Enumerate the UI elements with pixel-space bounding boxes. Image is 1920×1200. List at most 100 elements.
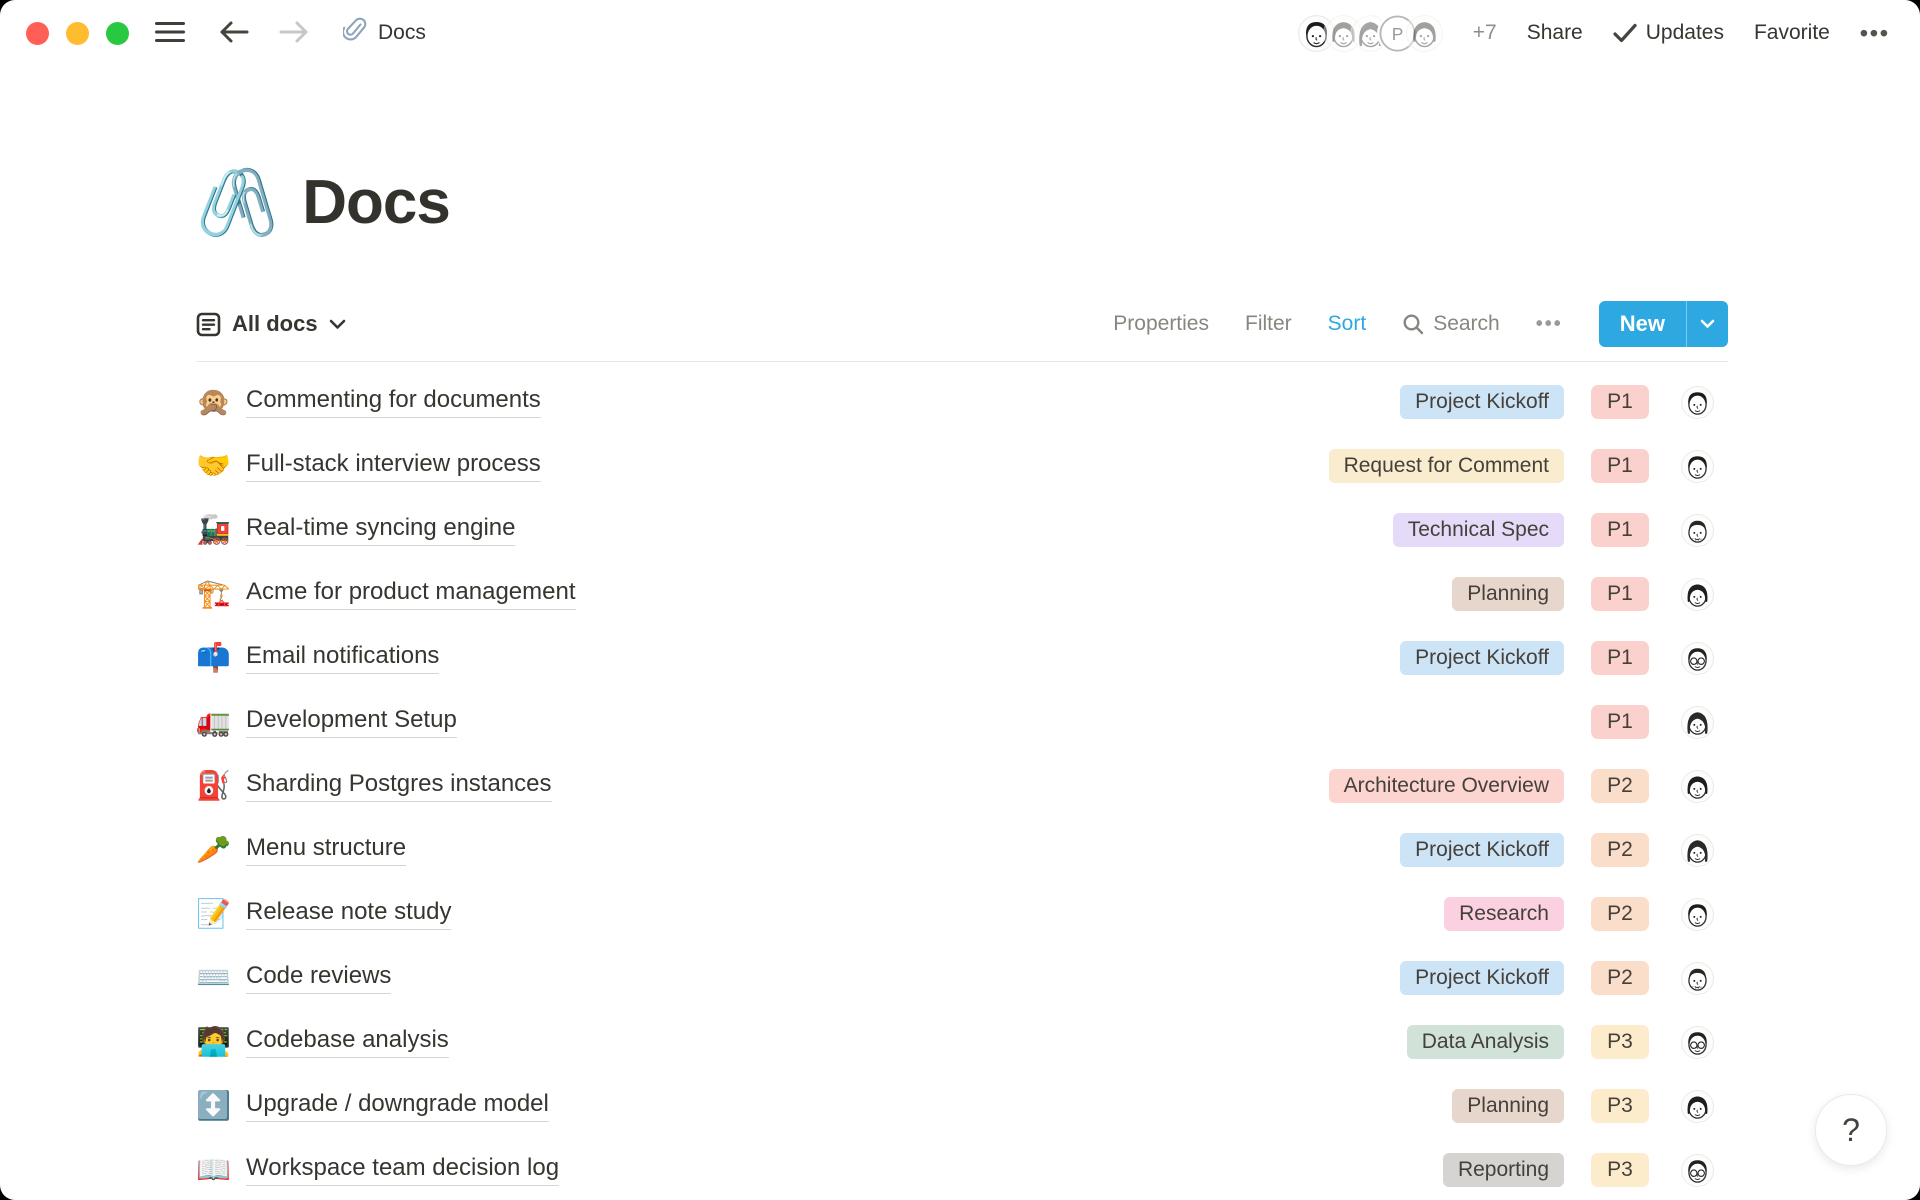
doc-row[interactable]: 🤝 Full-stack interview process Request f… <box>196 434 1728 498</box>
hamburger-icon <box>155 21 185 46</box>
doc-row[interactable]: 🙊 Commenting for documents Project Kicko… <box>196 370 1728 434</box>
doc-title-link[interactable]: Codebase analysis <box>246 1026 449 1058</box>
properties-button[interactable]: Properties <box>1113 312 1209 336</box>
doc-tag-pill[interactable]: Project Kickoff <box>1400 833 1564 867</box>
doc-tag-pill[interactable]: Architecture Overview <box>1329 769 1564 803</box>
forward-button[interactable] <box>279 20 309 47</box>
doc-title-link[interactable]: Real-time syncing engine <box>246 514 515 546</box>
doc-priority-pill[interactable]: P1 <box>1591 641 1649 675</box>
share-button[interactable]: Share <box>1527 21 1583 45</box>
doc-title-link[interactable]: Code reviews <box>246 962 391 994</box>
doc-row[interactable]: ⛽ Sharding Postgres instances Architectu… <box>196 754 1728 818</box>
doc-emoji-icon: 🤝 <box>196 452 234 480</box>
avatar[interactable] <box>1681 898 1714 931</box>
doc-title-link[interactable]: Full-stack interview process <box>246 450 541 482</box>
check-icon <box>1613 23 1637 43</box>
doc-emoji-icon: 🧑‍💻 <box>196 1028 234 1056</box>
priority-column: P3 <box>1591 1153 1649 1187</box>
doc-title-link[interactable]: Email notifications <box>246 642 439 674</box>
doc-tag-pill[interactable]: Request for Comment <box>1329 449 1564 483</box>
doc-row[interactable]: 🚂 Real-time syncing engine Technical Spe… <box>196 498 1728 562</box>
doc-title-link[interactable]: Acme for product management <box>246 578 576 610</box>
doc-tag-pill[interactable]: Planning <box>1452 1089 1564 1123</box>
doc-priority-pill[interactable]: P1 <box>1591 705 1649 739</box>
doc-row[interactable]: ↕️ Upgrade / downgrade model Planning P3 <box>196 1074 1728 1138</box>
sidebar-toggle-button[interactable] <box>155 21 185 46</box>
new-dropdown-button[interactable] <box>1686 301 1728 347</box>
doc-row[interactable]: 📫 Email notifications Project Kickoff P1 <box>196 626 1728 690</box>
view-switcher-all-docs[interactable]: All docs <box>196 311 346 337</box>
search-label: Search <box>1433 312 1500 336</box>
doc-title-link[interactable]: Commenting for documents <box>246 386 541 418</box>
avatar[interactable] <box>1681 1090 1714 1123</box>
help-button[interactable]: ? <box>1815 1094 1887 1166</box>
arrow-left-icon <box>219 20 249 47</box>
window-zoom-button[interactable] <box>106 22 129 45</box>
doc-tag-pill[interactable]: Project Kickoff <box>1400 385 1564 419</box>
presence-avatars[interactable]: P <box>1298 15 1443 52</box>
window-close-button[interactable] <box>26 22 49 45</box>
avatar[interactable] <box>1681 1026 1714 1059</box>
doc-priority-pill[interactable]: P2 <box>1591 961 1649 995</box>
avatar[interactable] <box>1681 514 1714 547</box>
favorite-button[interactable]: Favorite <box>1754 21 1830 45</box>
doc-title-link[interactable]: Release note study <box>246 898 451 930</box>
avatar[interactable] <box>1681 770 1714 803</box>
updates-button[interactable]: Updates <box>1613 21 1724 45</box>
doc-title-link[interactable]: Upgrade / downgrade model <box>246 1090 549 1122</box>
doc-tag-pill[interactable]: Project Kickoff <box>1400 961 1564 995</box>
doc-priority-pill[interactable]: P3 <box>1591 1025 1649 1059</box>
filter-button[interactable]: Filter <box>1245 312 1292 336</box>
avatar[interactable] <box>1681 1154 1714 1187</box>
doc-priority-pill[interactable]: P1 <box>1591 513 1649 547</box>
avatar[interactable] <box>1681 450 1714 483</box>
doc-row[interactable]: 🏗️ Acme for product management Planning … <box>196 562 1728 626</box>
doc-title-link[interactable]: Workspace team decision log <box>246 1154 559 1186</box>
doc-tag-pill[interactable]: Data Analysis <box>1407 1025 1564 1059</box>
doc-tag-pill[interactable]: Reporting <box>1443 1153 1564 1187</box>
doc-priority-pill[interactable]: P2 <box>1591 833 1649 867</box>
doc-priority-pill[interactable]: P1 <box>1591 449 1649 483</box>
page-paperclip-emoji-icon[interactable]: 🖇️ <box>196 169 278 235</box>
doc-row[interactable]: 🧑‍💻 Codebase analysis Data Analysis P3 <box>196 1010 1728 1074</box>
doc-tag-pill[interactable]: Research <box>1444 897 1564 931</box>
avatar[interactable] <box>1681 642 1714 675</box>
presence-overflow-count[interactable]: +7 <box>1473 21 1497 45</box>
doc-priority-pill[interactable]: P2 <box>1591 897 1649 931</box>
avatar[interactable] <box>1681 962 1714 995</box>
arrow-right-icon <box>279 20 309 47</box>
doc-priority-pill[interactable]: P3 <box>1591 1089 1649 1123</box>
view-switcher-label: All docs <box>232 311 318 337</box>
new-button[interactable]: New <box>1599 301 1686 347</box>
paperclip-icon <box>343 17 367 49</box>
avatar[interactable] <box>1681 578 1714 611</box>
doc-priority-pill[interactable]: P2 <box>1591 769 1649 803</box>
toolbar-more-button[interactable]: ••• <box>1536 313 1563 336</box>
doc-title-link[interactable]: Sharding Postgres instances <box>246 770 552 802</box>
doc-tag-pill[interactable]: Technical Spec <box>1393 513 1564 547</box>
breadcrumb[interactable]: Docs <box>343 17 426 49</box>
doc-title-link[interactable]: Development Setup <box>246 706 457 738</box>
window-minimize-button[interactable] <box>66 22 89 45</box>
priority-column: P1 <box>1591 641 1649 675</box>
doc-row[interactable]: 📝 Release note study Research P2 <box>196 882 1728 946</box>
avatar[interactable] <box>1681 386 1714 419</box>
sort-button[interactable]: Sort <box>1328 312 1367 336</box>
doc-row[interactable]: 🚛 Development Setup P1 <box>196 690 1728 754</box>
updates-label: Updates <box>1646 21 1724 45</box>
priority-column: P2 <box>1591 833 1649 867</box>
doc-priority-pill[interactable]: P3 <box>1591 1153 1649 1187</box>
back-button[interactable] <box>219 20 249 47</box>
doc-priority-pill[interactable]: P1 <box>1591 577 1649 611</box>
doc-row[interactable]: 📖 Workspace team decision log Reporting … <box>196 1138 1728 1200</box>
doc-tag-pill[interactable]: Planning <box>1452 577 1564 611</box>
doc-row[interactable]: 🥕 Menu structure Project Kickoff P2 <box>196 818 1728 882</box>
doc-priority-pill[interactable]: P1 <box>1591 385 1649 419</box>
doc-row[interactable]: ⌨️ Code reviews Project Kickoff P2 <box>196 946 1728 1010</box>
search-button[interactable]: Search <box>1402 312 1500 336</box>
more-options-button[interactable]: ••• <box>1860 20 1890 47</box>
avatar[interactable] <box>1681 706 1714 739</box>
avatar[interactable] <box>1681 834 1714 867</box>
doc-title-link[interactable]: Menu structure <box>246 834 406 866</box>
doc-tag-pill[interactable]: Project Kickoff <box>1400 641 1564 675</box>
